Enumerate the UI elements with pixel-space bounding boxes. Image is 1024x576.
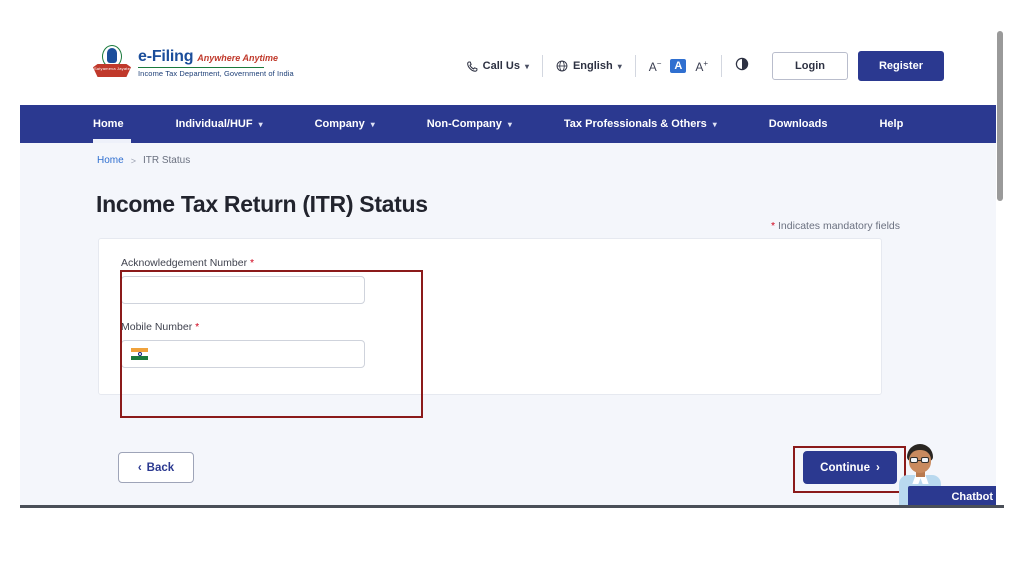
language-label: English — [572, 60, 613, 72]
nav-label: Individual/HUF — [175, 118, 253, 130]
logo-brand: e-Filing — [138, 47, 194, 65]
chevron-left-icon: ‹ — [137, 461, 142, 474]
logo-department: Income Tax Department, Government of Ind… — [138, 68, 294, 78]
acknowledgement-number-input[interactable] — [121, 276, 365, 304]
acknowledgement-number-field-group: Acknowledgement Number * — [121, 257, 365, 304]
itr-status-form-card: Acknowledgement Number * Mobile Number * — [98, 238, 882, 395]
nav-item-individual-huf[interactable]: Individual/HUF ▾ — [150, 105, 289, 143]
nav-label: Help — [879, 118, 904, 130]
nav-item-help[interactable]: Help — [853, 105, 929, 143]
breadcrumb-home-link[interactable]: Home — [97, 155, 124, 166]
main-navigation: Home Individual/HUF ▾ Company ▾ Non-Comp… — [20, 105, 1004, 143]
mandatory-fields-note: * Indicates mandatory fields — [771, 220, 900, 232]
nav-label: Downloads — [768, 118, 828, 130]
nav-item-non-company[interactable]: Non-Company ▾ — [401, 105, 538, 143]
chevron-down-icon: ▾ — [712, 119, 717, 129]
font-default-button[interactable]: A — [670, 59, 687, 73]
form-fields-column: Acknowledgement Number * Mobile Number * — [121, 257, 365, 368]
india-flag-icon — [131, 348, 148, 360]
mobile-number-input[interactable] — [121, 340, 365, 368]
page-content: Satyameva Jayate e-Filing Anywhere Anyti… — [20, 27, 1004, 507]
breadcrumb: Home > ITR Status — [97, 155, 190, 166]
contrast-icon — [735, 57, 749, 70]
font-decrease-button[interactable]: A− — [649, 59, 662, 74]
login-button[interactable]: Login — [772, 52, 848, 80]
logo-text-block: e-Filing Anywhere Anytime Income Tax Dep… — [138, 47, 294, 78]
chatbot-widget[interactable]: Chatbot — [875, 432, 1004, 507]
back-button[interactable]: ‹ Back — [118, 452, 194, 483]
india-emblem-icon: Satyameva Jayate — [93, 44, 131, 82]
logo-divider — [138, 66, 264, 68]
phone-icon — [466, 61, 478, 72]
browser-viewport: Satyameva Jayate e-Filing Anywhere Anyti… — [20, 27, 1004, 507]
logo-brand-row: e-Filing Anywhere Anytime — [138, 47, 294, 65]
nav-label: Non-Company — [426, 118, 502, 130]
emblem-motto: Satyameva Jayate — [93, 66, 131, 71]
site-logo[interactable]: Satyameva Jayate e-Filing Anywhere Anyti… — [93, 44, 294, 82]
register-button[interactable]: Register — [857, 51, 944, 81]
chevron-down-icon: ▾ — [507, 119, 512, 129]
chevron-down-icon: ▾ — [617, 61, 622, 71]
nav-label: Tax Professionals & Others — [563, 118, 707, 130]
page-title: Income Tax Return (ITR) Status — [96, 191, 428, 217]
font-increase-button[interactable]: A+ — [695, 59, 708, 74]
avatar-glasses-right — [921, 457, 929, 463]
contrast-toggle-button[interactable] — [722, 57, 762, 76]
avatar-glasses-bridge — [918, 459, 921, 461]
site-header: Satyameva Jayate e-Filing Anywhere Anyti… — [20, 27, 1004, 105]
acknowledgement-number-label: Acknowledgement Number * — [121, 257, 255, 269]
chatbot-button[interactable]: Chatbot — [908, 486, 1004, 507]
call-us-button[interactable]: Call Us ▾ — [454, 60, 542, 72]
mandatory-note-text: Indicates mandatory fields — [778, 220, 900, 232]
page-scrollbar-thumb[interactable] — [997, 31, 1003, 201]
language-selector[interactable]: English ▾ — [543, 60, 635, 72]
font-size-controls: A− A A+ — [636, 59, 721, 74]
nav-item-downloads[interactable]: Downloads — [743, 105, 854, 143]
header-utility-bar: Call Us ▾ English ▾ A− A A+ Login Regist… — [454, 49, 944, 83]
emblem-pillar — [107, 48, 117, 63]
nav-item-company[interactable]: Company ▾ — [289, 105, 401, 143]
field-spacer — [121, 304, 365, 321]
back-label: Back — [146, 461, 175, 474]
logo-tagline: Anywhere Anytime — [197, 52, 278, 63]
avatar-glasses-left — [910, 457, 918, 463]
mobile-number-field-group: Mobile Number * — [121, 321, 365, 368]
nav-item-home[interactable]: Home — [93, 105, 150, 143]
call-us-label: Call Us — [482, 60, 520, 72]
mobile-number-label: Mobile Number * — [121, 321, 200, 333]
viewport-bottom-edge — [20, 505, 1004, 508]
globe-icon — [556, 60, 568, 72]
breadcrumb-current: ITR Status — [142, 155, 191, 166]
nav-label: Company — [314, 118, 365, 130]
chevron-down-icon: ▾ — [258, 119, 263, 129]
mandatory-star: * — [771, 220, 776, 232]
breadcrumb-separator-icon: > — [130, 155, 136, 166]
page-scrollbar-track[interactable] — [996, 27, 1004, 507]
continue-label: Continue — [820, 461, 870, 474]
nav-label: Home — [93, 118, 124, 130]
chevron-down-icon: ▾ — [524, 61, 529, 71]
nav-item-tax-professionals[interactable]: Tax Professionals & Others ▾ — [538, 105, 743, 143]
nav-items: Home Individual/HUF ▾ Company ▾ Non-Comp… — [93, 105, 929, 143]
screenshot-root: Satyameva Jayate e-Filing Anywhere Anyti… — [0, 0, 1024, 576]
chevron-down-icon: ▾ — [370, 119, 375, 129]
